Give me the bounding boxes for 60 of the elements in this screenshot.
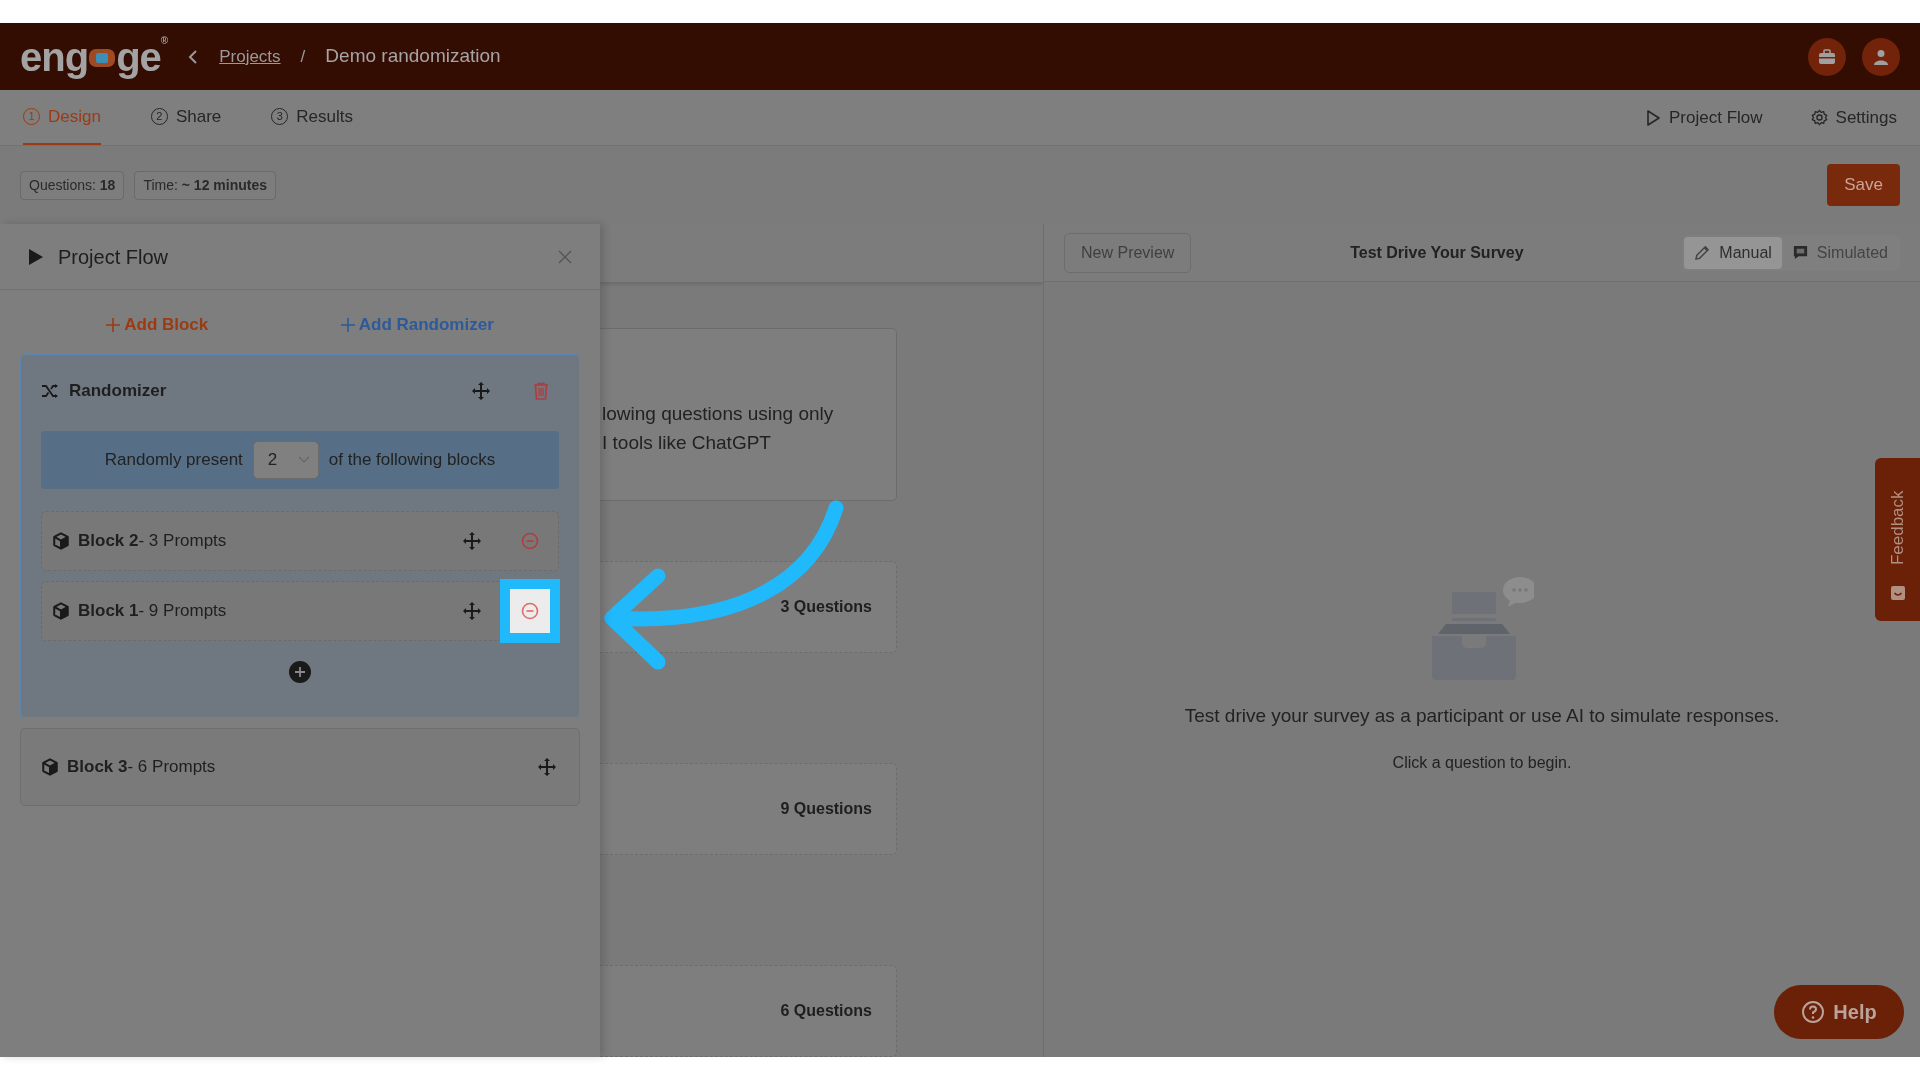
user-icon [1873, 48, 1889, 65]
question-count: 9 Questions [780, 798, 872, 819]
mode-option[interactable]: Simulated [1781, 236, 1898, 269]
summary-chip: Questions: 18 [20, 170, 125, 200]
project-flow-button[interactable]: Project Flow [1646, 90, 1763, 145]
question-count: 6 Questions [780, 1000, 872, 1021]
block-name: Block 1- 9 Prompts [78, 599, 227, 622]
minus-circle-icon [521, 601, 539, 620]
move-icon[interactable] [537, 756, 557, 777]
new-preview-button[interactable]: New Preview [1064, 232, 1192, 273]
move-icon[interactable] [462, 600, 482, 621]
smile-icon [1889, 585, 1906, 601]
cube-icon [41, 757, 59, 776]
cube-icon [52, 601, 70, 620]
back-chevron-icon[interactable] [187, 48, 200, 65]
chat-icon [1791, 244, 1809, 261]
question-text: I tools like ChatGPT [602, 431, 772, 456]
mode-option[interactable]: Manual [1684, 236, 1782, 269]
user-button[interactable] [1862, 37, 1900, 76]
add-item-button[interactable] [289, 660, 311, 683]
cube-icon [52, 531, 70, 550]
play-icon [1646, 108, 1662, 127]
preview-title: Test Drive Your Survey [1349, 242, 1525, 263]
logo[interactable]: eng ge$^{®}$ [20, 36, 168, 77]
panel-title: Project Flow [58, 244, 169, 270]
minus-circle-icon [521, 531, 539, 550]
settings-icon [1810, 109, 1828, 126]
save-button[interactable]: Save [1827, 164, 1900, 206]
breadcrumb-separator: / [300, 45, 306, 68]
block-name: Block 3- 6 Prompts [67, 755, 216, 778]
tab[interactable]: 2 Share [150, 90, 222, 145]
plus-icon [106, 317, 121, 332]
present-label: Randomly present [104, 448, 243, 471]
feedback-tab[interactable]: Feedback [1875, 458, 1920, 621]
close-icon [558, 250, 572, 265]
question-count: 3 Questions [780, 596, 872, 617]
help-icon [1801, 1000, 1826, 1024]
toolbox-button[interactable] [1808, 37, 1846, 76]
tab[interactable]: 3 Results [271, 90, 353, 145]
empty-message: Test drive your survey as a participant or use AI to simulate responses. [1184, 704, 1780, 728]
count-select[interactable]: 2 [252, 440, 319, 479]
block-name: Block 2- 3 Prompts [78, 529, 227, 552]
question-text: lowing questions using only [602, 401, 835, 426]
plus-icon [295, 666, 305, 677]
randomizer-title: Randomizer [69, 379, 167, 402]
settings-button[interactable]: Settings [1810, 90, 1897, 145]
play-icon [28, 247, 44, 266]
present-label: of the following blocks [328, 448, 496, 471]
summary-chip: Time: ~ 12 minutes [134, 170, 276, 200]
empty-hint: Click a question to begin. [1392, 752, 1572, 773]
breadcrumb-link[interactable]: Projects [219, 43, 281, 70]
caret-icon [297, 455, 310, 464]
toolbox-icon [1818, 48, 1836, 65]
move-icon[interactable] [462, 530, 482, 551]
pencil-icon [1694, 244, 1712, 261]
help-button[interactable]: Help [1774, 985, 1904, 1039]
project-title: Demo randomization [325, 44, 501, 69]
shuffle-icon [41, 382, 59, 399]
plus-icon [340, 317, 355, 332]
move-icon[interactable] [471, 380, 491, 401]
